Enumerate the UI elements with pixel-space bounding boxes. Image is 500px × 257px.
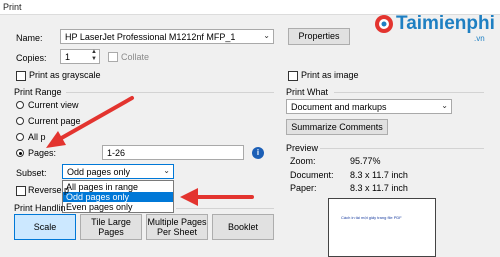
arrow-to-pages-icon xyxy=(46,96,134,148)
arrow-to-subset-icon xyxy=(180,188,254,206)
annotation-arrows xyxy=(46,96,254,206)
